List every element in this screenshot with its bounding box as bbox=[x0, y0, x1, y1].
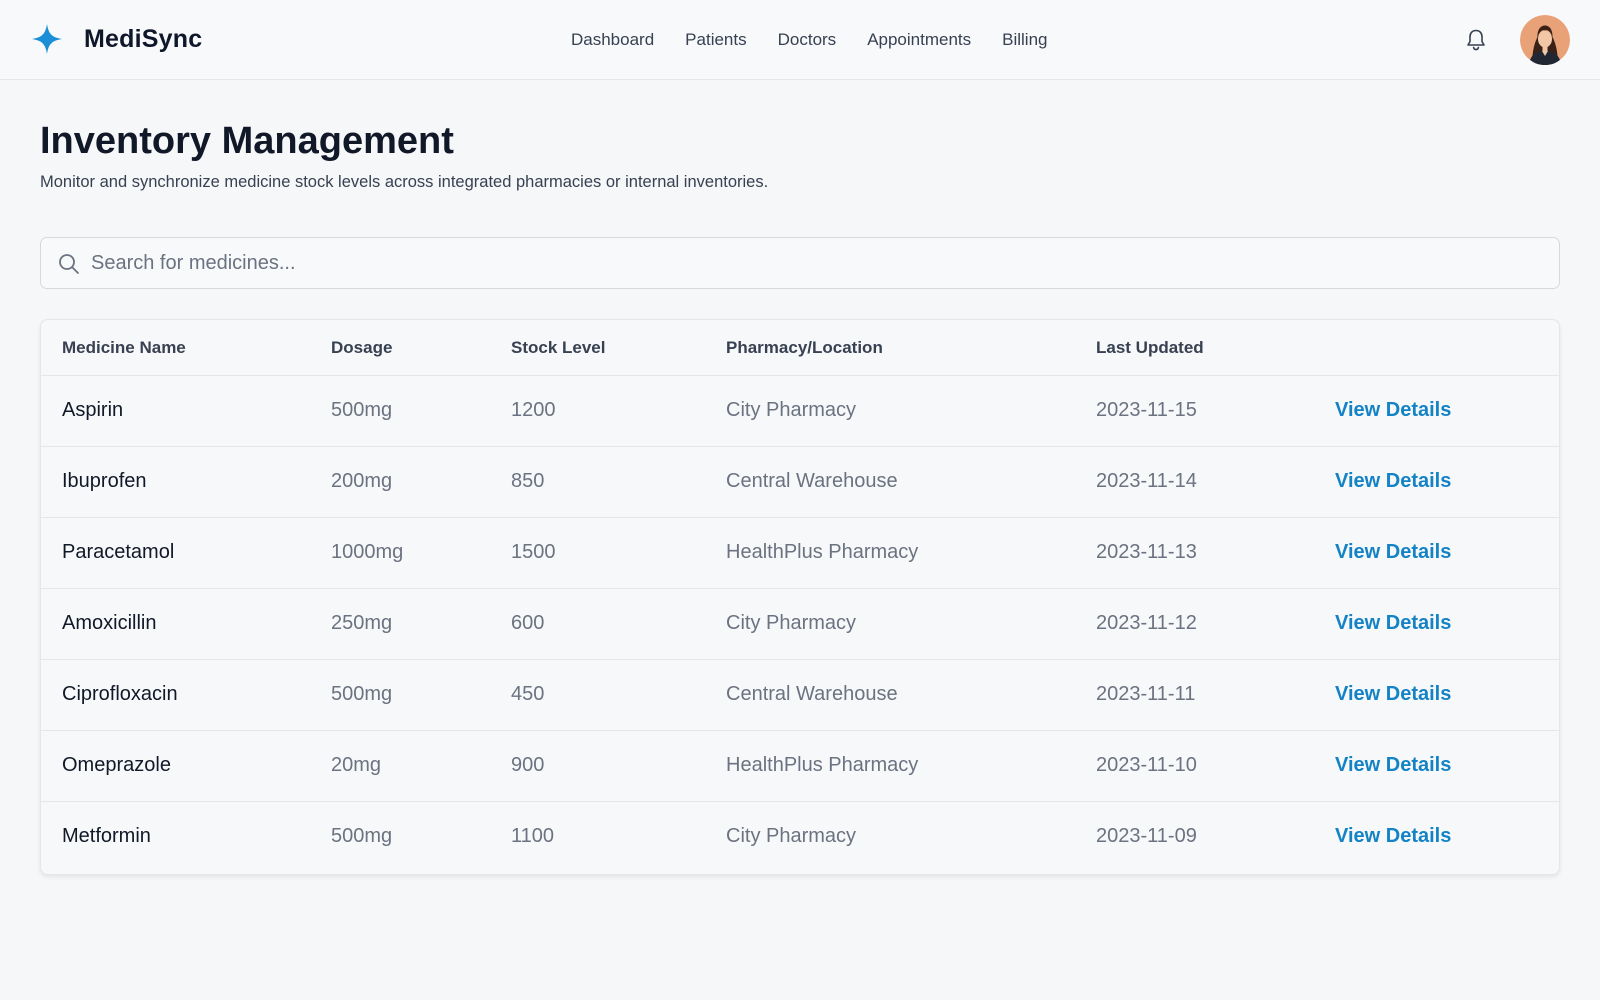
stock-level-cell: 850 bbox=[511, 470, 545, 492]
column-header-stock-level: Stock Level bbox=[511, 338, 606, 357]
table-row: Metformin 500mg 1100 City Pharmacy 2023-… bbox=[41, 802, 1559, 873]
nav-item-doctors[interactable]: Doctors bbox=[778, 27, 837, 53]
stock-level-cell: 1200 bbox=[511, 399, 556, 421]
last-updated-cell: 2023-11-10 bbox=[1096, 754, 1197, 776]
column-header-medicine-name: Medicine Name bbox=[62, 338, 186, 357]
table-row: Ciprofloxacin 500mg 450 Central Warehous… bbox=[41, 660, 1559, 731]
bell-icon[interactable] bbox=[1462, 26, 1490, 54]
location-cell: City Pharmacy bbox=[726, 825, 857, 847]
dosage-cell: 500mg bbox=[331, 399, 393, 421]
top-navigation-bar: MediSync Dashboard Patients Doctors Appo… bbox=[0, 0, 1600, 80]
table-row: Aspirin 500mg 1200 City Pharmacy 2023-11… bbox=[41, 376, 1559, 447]
column-header-dosage: Dosage bbox=[331, 338, 393, 357]
page-title: Inventory Management bbox=[40, 120, 454, 162]
medicine-name-cell: Amoxicillin bbox=[62, 612, 157, 634]
nav-item-billing[interactable]: Billing bbox=[1002, 27, 1047, 53]
view-details-link[interactable]: View Details bbox=[1335, 470, 1451, 493]
nav-item-appointments[interactable]: Appointments bbox=[867, 27, 971, 53]
brand-name: MediSync bbox=[84, 24, 203, 53]
location-cell: HealthPlus Pharmacy bbox=[726, 754, 919, 776]
last-updated-cell: 2023-11-15 bbox=[1096, 399, 1197, 421]
medicine-name-cell: Paracetamol bbox=[62, 541, 175, 563]
last-updated-cell: 2023-11-11 bbox=[1096, 683, 1196, 705]
inventory-table: Medicine Name Dosage Stock Level Pharmac… bbox=[40, 319, 1560, 875]
view-details-link[interactable]: View Details bbox=[1335, 754, 1451, 777]
dosage-cell: 200mg bbox=[331, 470, 393, 492]
dosage-cell: 500mg bbox=[331, 825, 393, 847]
medicine-name-cell: Omeprazole bbox=[62, 754, 171, 776]
medicine-name-cell: Metformin bbox=[62, 825, 151, 847]
stock-level-cell: 1100 bbox=[511, 825, 555, 847]
nav-item-dashboard[interactable]: Dashboard bbox=[571, 27, 654, 53]
last-updated-cell: 2023-11-13 bbox=[1096, 541, 1197, 563]
stock-level-cell: 450 bbox=[511, 683, 545, 705]
dosage-cell: 500mg bbox=[331, 683, 393, 705]
location-cell: City Pharmacy bbox=[726, 399, 857, 421]
page-subtitle: Monitor and synchronize medicine stock l… bbox=[40, 173, 769, 191]
last-updated-cell: 2023-11-09 bbox=[1096, 825, 1197, 847]
location-cell: Central Warehouse bbox=[726, 683, 898, 705]
location-cell: City Pharmacy bbox=[726, 612, 857, 634]
sparkle-logo-icon bbox=[32, 24, 62, 54]
column-header-pharmacy-location: Pharmacy/Location bbox=[726, 338, 883, 357]
medicine-name-cell: Ibuprofen bbox=[62, 470, 147, 492]
table-row: Ibuprofen 200mg 850 Central Warehouse 20… bbox=[41, 447, 1559, 518]
main-nav: Dashboard Patients Doctors Appointments … bbox=[571, 27, 1079, 53]
search-icon bbox=[59, 254, 79, 274]
column-header-last-updated: Last Updated bbox=[1096, 338, 1204, 357]
stock-level-cell: 1500 bbox=[511, 541, 556, 563]
stock-level-cell: 600 bbox=[511, 612, 545, 634]
last-updated-cell: 2023-11-14 bbox=[1096, 470, 1197, 492]
search-input[interactable] bbox=[91, 238, 1541, 288]
medicine-name-cell: Ciprofloxacin bbox=[62, 683, 178, 705]
location-cell: Central Warehouse bbox=[726, 470, 898, 492]
table-row: Omeprazole 20mg 900 HealthPlus Pharmacy … bbox=[41, 731, 1559, 802]
avatar[interactable] bbox=[1520, 15, 1570, 65]
dosage-cell: 250mg bbox=[331, 612, 393, 634]
dosage-cell: 20mg bbox=[331, 754, 382, 776]
medicine-name-cell: Aspirin bbox=[62, 399, 124, 421]
table-header: Medicine Name Dosage Stock Level Pharmac… bbox=[41, 320, 1559, 376]
table-row: Amoxicillin 250mg 600 City Pharmacy 2023… bbox=[41, 589, 1559, 660]
view-details-link[interactable]: View Details bbox=[1335, 825, 1451, 848]
location-cell: HealthPlus Pharmacy bbox=[726, 541, 919, 563]
user-avatar-image bbox=[1520, 15, 1570, 65]
dosage-cell: 1000mg bbox=[331, 541, 404, 563]
search-bar[interactable] bbox=[40, 237, 1560, 289]
last-updated-cell: 2023-11-12 bbox=[1096, 612, 1197, 634]
nav-item-patients[interactable]: Patients bbox=[685, 27, 746, 53]
brand[interactable]: MediSync bbox=[30, 22, 202, 56]
view-details-link[interactable]: View Details bbox=[1335, 399, 1451, 422]
view-details-link[interactable]: View Details bbox=[1335, 612, 1451, 635]
table-row: Paracetamol 1000mg 1500 HealthPlus Pharm… bbox=[41, 518, 1559, 589]
view-details-link[interactable]: View Details bbox=[1335, 541, 1451, 564]
stock-level-cell: 900 bbox=[511, 754, 545, 776]
view-details-link[interactable]: View Details bbox=[1335, 683, 1451, 706]
